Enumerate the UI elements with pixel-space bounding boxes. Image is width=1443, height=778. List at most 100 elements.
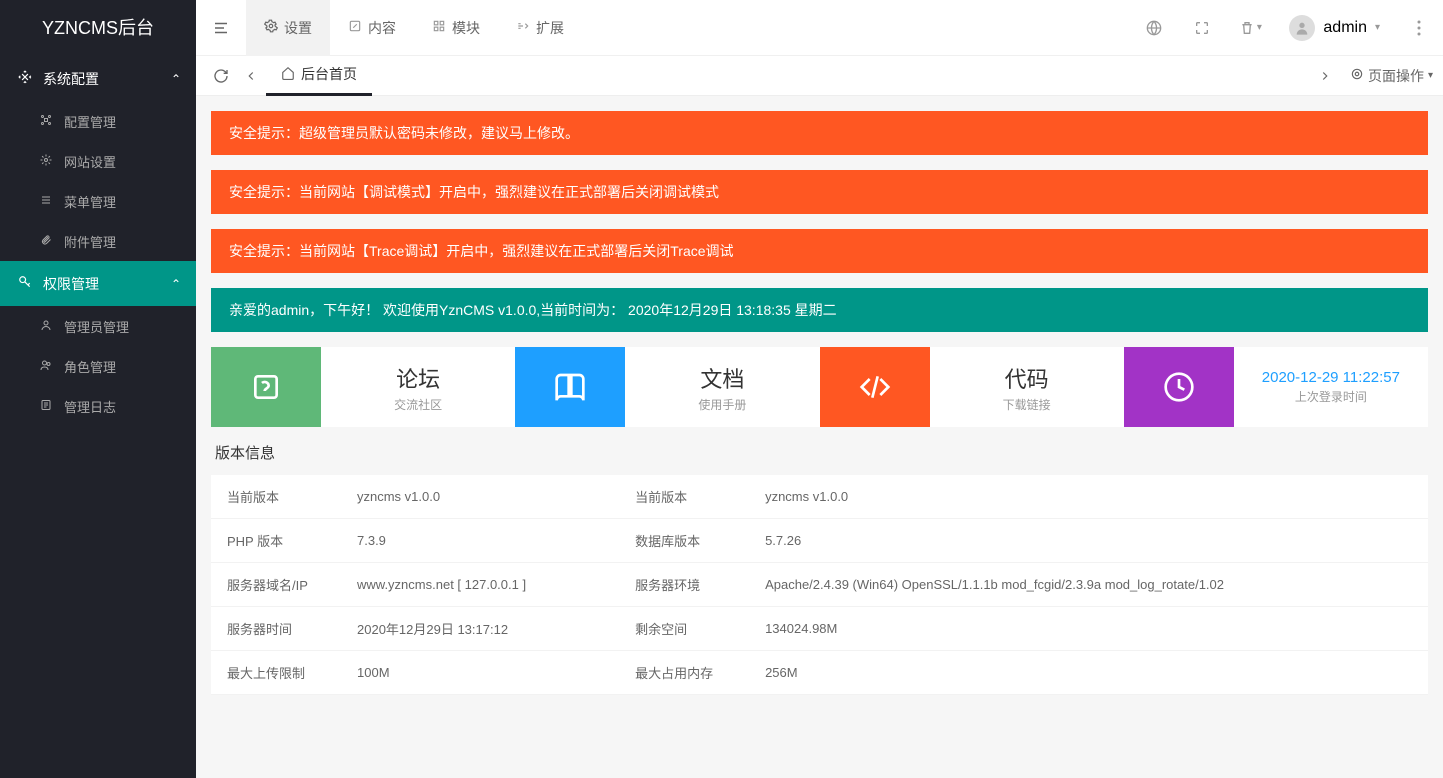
tab-label: 内容: [368, 18, 396, 38]
info-label: 服务器环境: [619, 563, 749, 607]
header-tab-module[interactable]: 模块: [414, 0, 498, 56]
last-login-time: 2020-12-29 11:22:57: [1262, 369, 1400, 386]
sidebar-item-menu[interactable]: 菜单管理: [0, 181, 196, 221]
welcome-banner: 亲爱的admin，下午好！ 欢迎使用YznCMS v1.0.0,当前时间为： 2…: [211, 288, 1428, 332]
gear-icon: [40, 154, 56, 169]
info-value: yzncms v1.0.0: [341, 475, 619, 519]
edit-icon: [348, 19, 362, 36]
code-icon: [820, 347, 930, 427]
tile-sub: 交流社区: [394, 396, 442, 413]
nav-item-label: 管理员管理: [64, 317, 129, 336]
tabbar: 后台首页 页面操作 ▾: [196, 56, 1443, 96]
info-label: 剩余空间: [619, 607, 749, 651]
home-icon: [281, 66, 295, 83]
info-value: 5.7.26: [749, 519, 1428, 563]
clock-icon: [1124, 347, 1234, 427]
sidebar-item-role[interactable]: 角色管理: [0, 346, 196, 386]
tile-docs[interactable]: 文档 使用手册: [515, 347, 819, 427]
sidebar-item-log[interactable]: 管理日志: [0, 386, 196, 426]
username: admin: [1323, 19, 1367, 37]
info-label: 当前版本: [211, 475, 341, 519]
info-value: 256M: [749, 651, 1428, 695]
nav-item-label: 配置管理: [64, 112, 116, 131]
nav-item-label: 角色管理: [64, 357, 116, 376]
tools-icon: [15, 70, 35, 87]
sidebar-group-permission[interactable]: 权限管理 ⌃: [0, 261, 196, 306]
tile-forum[interactable]: 论坛 交流社区: [211, 347, 515, 427]
tab-label: 设置: [284, 18, 312, 38]
header-tab-settings[interactable]: 设置: [246, 0, 330, 56]
list-icon: [40, 194, 56, 209]
tile-login: 2020-12-29 11:22:57 上次登录时间: [1124, 347, 1428, 427]
tile-sub: 使用手册: [698, 396, 746, 413]
tab-label: 模块: [452, 18, 480, 38]
info-value: 7.3.9: [341, 519, 619, 563]
tab-label: 后台首页: [301, 64, 357, 84]
info-label: 最大上传限制: [211, 651, 341, 695]
refresh-button[interactable]: [206, 56, 236, 96]
tile-title: 文档: [700, 362, 744, 394]
table-row: 最大上传限制 100M 最大占用内存 256M: [211, 651, 1428, 695]
tiles-row: 论坛 交流社区 文档 使用手册 代码 下载链接: [211, 347, 1428, 427]
alert-debug: 安全提示：当前网站【调试模式】开启中，强烈建议在正式部署后关闭调试模式: [211, 170, 1428, 214]
sidebar-item-attachment[interactable]: 附件管理: [0, 221, 196, 261]
nav-item-label: 管理日志: [64, 397, 116, 416]
paperclip-icon: [40, 234, 56, 249]
target-icon: [1350, 67, 1364, 84]
avatar: [1289, 15, 1315, 41]
caret-down-icon: ▾: [1428, 70, 1433, 81]
caret-down-icon: ▾: [1375, 22, 1380, 33]
info-label: 服务器时间: [211, 607, 341, 651]
alert-trace: 安全提示：当前网站【Trace调试】开启中，强烈建议在正式部署后关闭Trace调…: [211, 229, 1428, 273]
info-label: 服务器域名/IP: [211, 563, 341, 607]
tile-sub: 上次登录时间: [1295, 388, 1367, 405]
caret-down-icon: ▾: [1257, 22, 1262, 33]
globe-button[interactable]: [1130, 0, 1178, 56]
table-row: 服务器域名/IP www.yzncms.net [ 127.0.0.1 ] 服务…: [211, 563, 1428, 607]
gear-icon: [264, 19, 278, 36]
sidebar-toggle[interactable]: [196, 0, 246, 56]
tile-code[interactable]: 代码 下载链接: [820, 347, 1124, 427]
nav-item-label: 附件管理: [64, 232, 116, 251]
more-button[interactable]: [1395, 0, 1443, 56]
sidebar-item-site[interactable]: 网站设置: [0, 141, 196, 181]
page-ops-dropdown[interactable]: 页面操作 ▾: [1350, 66, 1433, 86]
version-section-title: 版本信息: [211, 442, 1428, 463]
content: 安全提示：超级管理员默认密码未修改，建议马上修改。 安全提示：当前网站【调试模式…: [196, 96, 1443, 778]
brand-logo: YZNCMS后台: [0, 0, 196, 56]
trash-button[interactable]: ▾: [1226, 0, 1274, 56]
table-row: 当前版本 yzncms v1.0.0 当前版本 yzncms v1.0.0: [211, 475, 1428, 519]
fullscreen-button[interactable]: [1178, 0, 1226, 56]
nav-item-label: 菜单管理: [64, 192, 116, 211]
extend-icon: [516, 19, 530, 36]
info-label: 当前版本: [619, 475, 749, 519]
tile-title: 代码: [1005, 362, 1049, 394]
chevron-up-icon: ⌃: [171, 277, 181, 291]
tile-sub: 下载链接: [1003, 396, 1051, 413]
info-label: 数据库版本: [619, 519, 749, 563]
page-ops-label: 页面操作: [1368, 66, 1424, 86]
back-button[interactable]: [236, 56, 266, 96]
info-value: www.yzncms.net [ 127.0.0.1 ]: [341, 563, 619, 607]
header: 设置 内容 模块 扩展 ▾ admin ▾: [196, 0, 1443, 56]
table-row: PHP 版本 7.3.9 数据库版本 5.7.26: [211, 519, 1428, 563]
nav-item-label: 网站设置: [64, 152, 116, 171]
users-icon: [40, 359, 56, 374]
sidebar-item-admin[interactable]: 管理员管理: [0, 306, 196, 346]
book-icon: [515, 347, 625, 427]
forward-button[interactable]: [1310, 56, 1340, 96]
info-label: PHP 版本: [211, 519, 341, 563]
sidebar-item-config[interactable]: 配置管理: [0, 101, 196, 141]
nav-group-label: 权限管理: [43, 274, 99, 294]
user-menu[interactable]: admin ▾: [1274, 15, 1395, 41]
header-tab-content[interactable]: 内容: [330, 0, 414, 56]
info-value: Apache/2.4.39 (Win64) OpenSSL/1.1.1b mod…: [749, 563, 1428, 607]
tab-home[interactable]: 后台首页: [266, 56, 372, 96]
user-icon: [40, 319, 56, 334]
sidebar-group-system[interactable]: 系统配置 ⌃: [0, 56, 196, 101]
sidebar: YZNCMS后台 系统配置 ⌃ 配置管理 网站设置 菜单管理: [0, 0, 196, 778]
chevron-up-icon: ⌃: [171, 72, 181, 86]
table-row: 服务器时间 2020年12月29日 13:17:12 剩余空间 134024.9…: [211, 607, 1428, 651]
header-tab-extend[interactable]: 扩展: [498, 0, 582, 56]
info-value: 2020年12月29日 13:17:12: [341, 607, 619, 651]
